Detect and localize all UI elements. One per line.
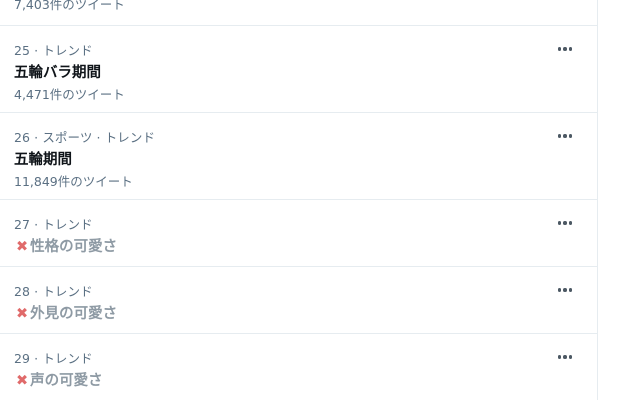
trend-item[interactable]: 27 · トレンド ✖ 性格の可愛さ [0, 200, 597, 266]
more-horizontal-icon[interactable] [555, 131, 575, 141]
trend-name[interactable]: 五輪期間 [14, 148, 72, 169]
trend-meta: 29 · トレンド [14, 351, 93, 366]
trend-name-crossed[interactable]: ✖ 性格の可愛さ [16, 235, 117, 256]
cross-mark-icon: ✖ [16, 306, 29, 322]
trend-name: 外見の可愛さ [30, 306, 118, 322]
cross-mark-icon: ✖ [16, 373, 29, 389]
trend-name-crossed[interactable]: ✖ 外見の可愛さ [16, 302, 117, 323]
trend-name: 性格の可愛さ [30, 239, 118, 255]
more-horizontal-icon[interactable] [555, 44, 575, 54]
trend-item-partial[interactable]: 7,403件のツイート [0, 0, 597, 25]
more-horizontal-icon[interactable] [555, 285, 575, 295]
trend-meta: 27 · トレンド [14, 217, 93, 232]
trend-item[interactable]: 25 · トレンド 五輪バラ期間 4,471件のツイート [0, 26, 597, 112]
cross-mark-icon: ✖ [16, 239, 29, 255]
trend-meta: 26 · スポーツ · トレンド [14, 130, 156, 145]
trends-feed: 7,403件のツイート 25 · トレンド 五輪バラ期間 4,471件のツイート… [0, 0, 598, 400]
tweet-count: 11,849件のツイート [14, 174, 133, 189]
trend-name[interactable]: 五輪バラ期間 [14, 61, 101, 82]
more-horizontal-icon[interactable] [555, 352, 575, 362]
trend-item[interactable]: 26 · スポーツ · トレンド 五輪期間 11,849件のツイート [0, 113, 597, 199]
more-horizontal-icon[interactable] [555, 218, 575, 228]
trend-name: 声の可愛さ [30, 373, 103, 389]
trend-item[interactable]: 29 · トレンド ✖ 声の可愛さ [0, 334, 597, 400]
trend-name-crossed[interactable]: ✖ 声の可愛さ [16, 369, 103, 390]
trend-meta: 28 · トレンド [14, 284, 93, 299]
tweet-count: 4,471件のツイート [14, 87, 125, 102]
tweet-count: 7,403件のツイート [14, 0, 125, 12]
trend-meta: 25 · トレンド [14, 43, 93, 58]
trend-item[interactable]: 28 · トレンド ✖ 外見の可愛さ [0, 267, 597, 333]
